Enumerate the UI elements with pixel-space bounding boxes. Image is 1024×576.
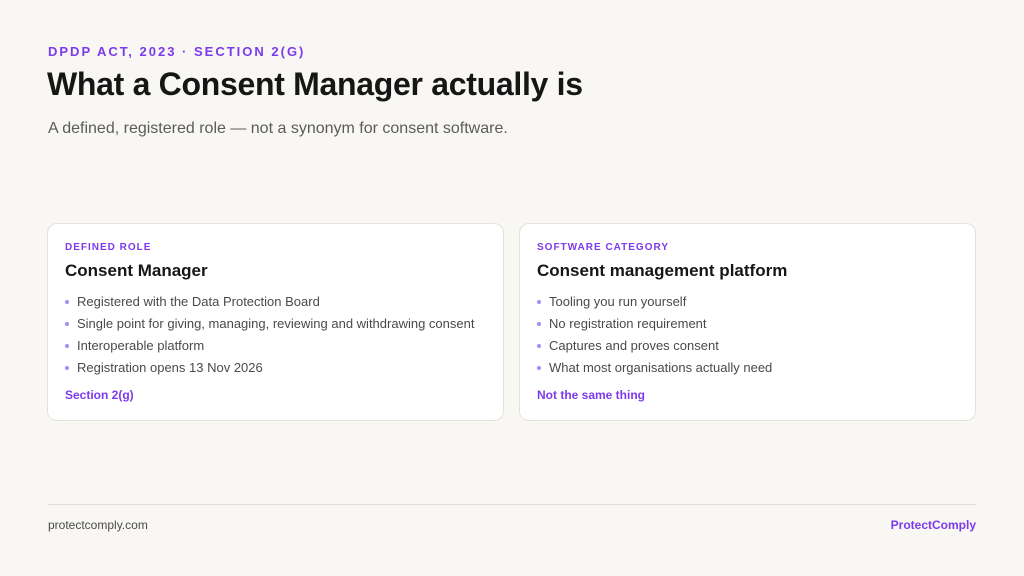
list-item: Interoperable platform	[65, 335, 486, 357]
list-item-text: Single point for giving, managing, revie…	[77, 316, 475, 331]
bullet-icon	[65, 322, 69, 326]
list-item: What most organisations actually need	[537, 357, 958, 379]
footer-url: protectcomply.com	[48, 518, 148, 532]
card-list: Tooling you run yourself No registration…	[537, 291, 958, 379]
card-footer-label: Not the same thing	[537, 388, 646, 402]
bullet-icon	[65, 366, 69, 370]
card-list: Registered with the Data Protection Boar…	[65, 291, 486, 379]
list-item: Registration opens 13 Nov 2026	[65, 357, 486, 379]
page-title: What a Consent Manager actually is	[47, 66, 583, 102]
list-item-text: Tooling you run yourself	[549, 294, 687, 309]
list-item-text: Registered with the Data Protection Boar…	[77, 294, 320, 309]
bullet-icon	[65, 344, 69, 348]
footer-brand: ProtectComply	[890, 518, 976, 532]
list-item-text: Captures and proves consent	[549, 338, 719, 353]
list-item: Captures and proves consent	[537, 335, 958, 357]
eyebrow-label: DPDP ACT, 2023 · SECTION 2(G)	[48, 44, 306, 59]
card-title: Consent management platform	[537, 261, 788, 280]
bullet-icon	[537, 300, 541, 304]
bullet-icon	[537, 322, 541, 326]
list-item: Single point for giving, managing, revie…	[65, 313, 486, 335]
list-item-text: Registration opens 13 Nov 2026	[77, 360, 263, 375]
card-consent-platform: SOFTWARE CATEGORY Consent management pla…	[519, 223, 976, 421]
card-footer-label: Section 2(g)	[65, 388, 134, 402]
footer-divider	[48, 504, 976, 505]
bullet-icon	[537, 366, 541, 370]
card-title: Consent Manager	[65, 261, 208, 280]
list-item-text: No registration requirement	[549, 316, 707, 331]
card-tag: SOFTWARE CATEGORY	[537, 242, 669, 253]
bullet-icon	[537, 344, 541, 348]
list-item: Registered with the Data Protection Boar…	[65, 291, 486, 313]
bullet-icon	[65, 300, 69, 304]
list-item: No registration requirement	[537, 313, 958, 335]
card-tag: DEFINED ROLE	[65, 242, 152, 253]
list-item: Tooling you run yourself	[537, 291, 958, 313]
page-subtitle: A defined, registered role — not a synon…	[48, 120, 508, 137]
card-consent-manager: DEFINED ROLE Consent Manager Registered …	[47, 223, 504, 421]
list-item-text: What most organisations actually need	[549, 360, 773, 375]
list-item-text: Interoperable platform	[77, 338, 205, 353]
